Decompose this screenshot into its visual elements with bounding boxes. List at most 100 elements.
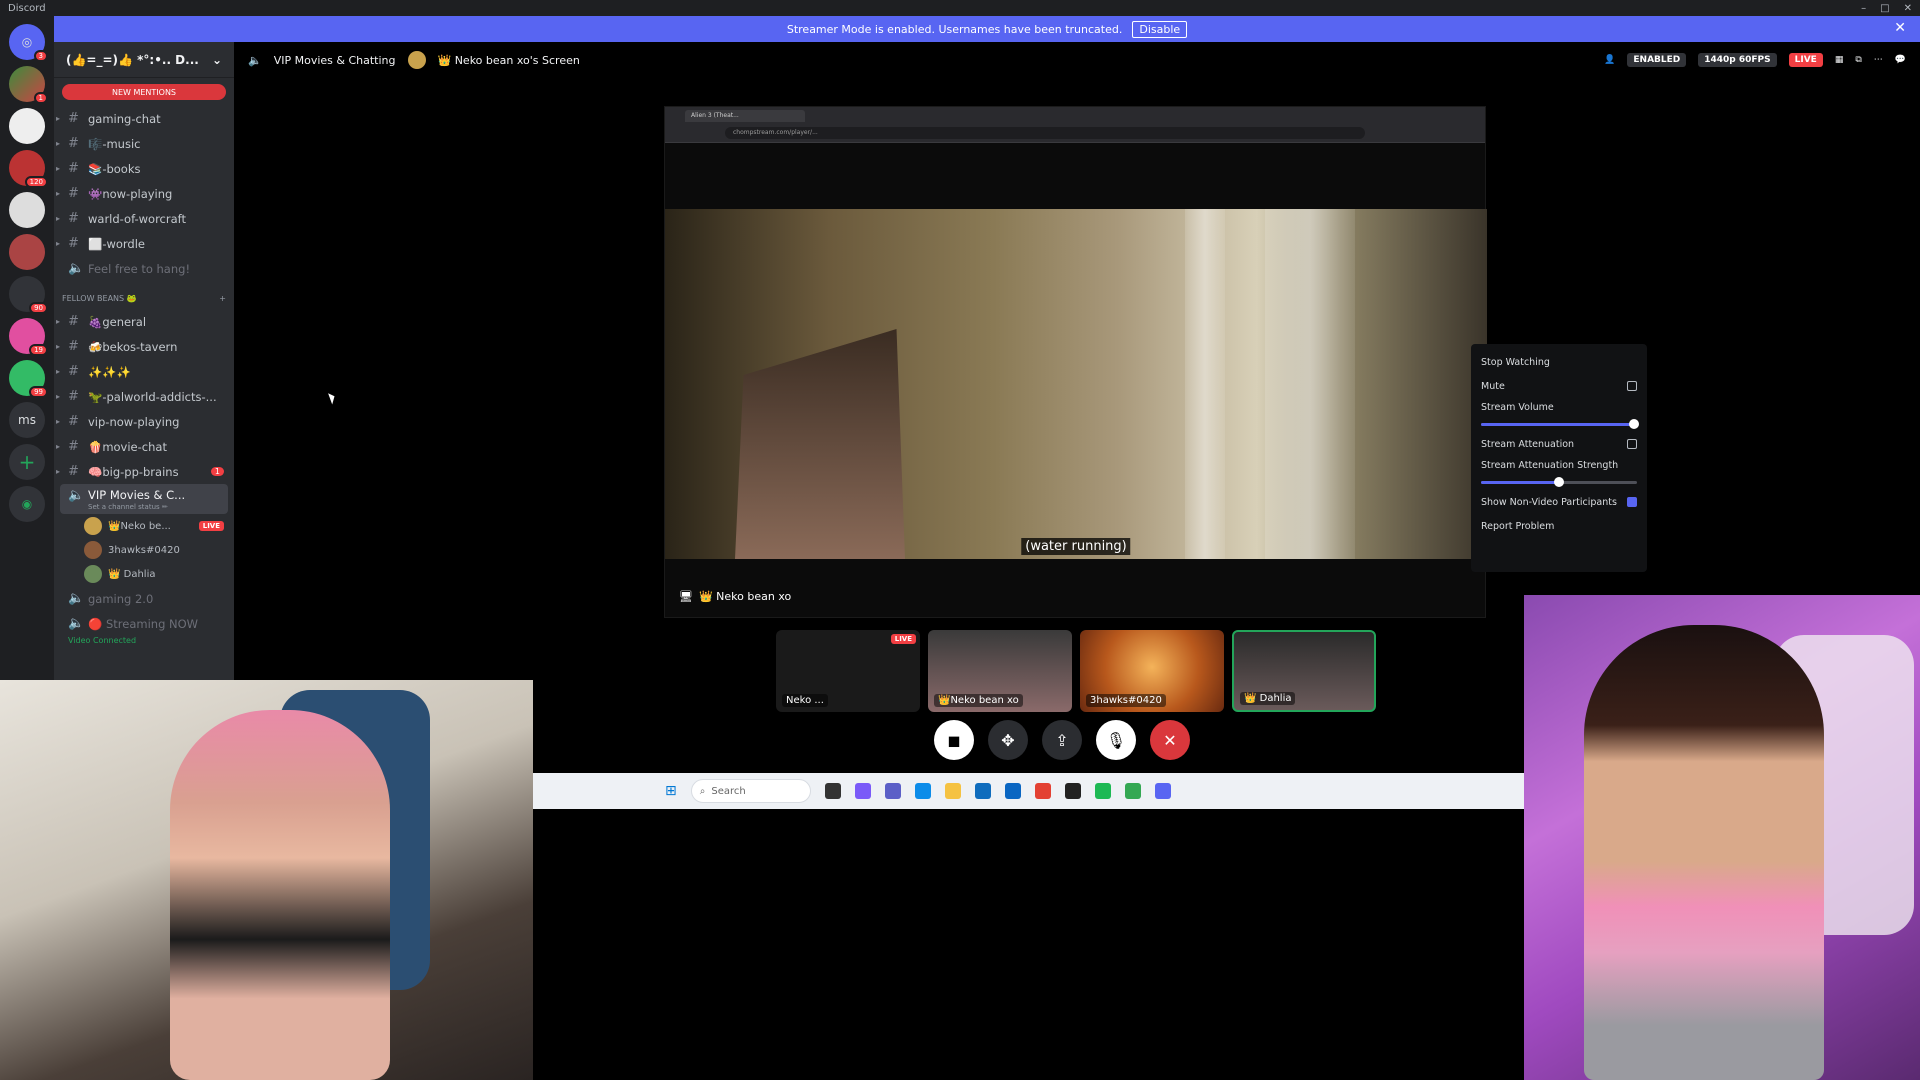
windows-start-icon[interactable]: ⊞ <box>665 783 677 799</box>
chat-icon[interactable]: 💬 <box>1895 55 1906 65</box>
windows-taskbar: ⊞ ⌕ Search <box>533 773 1524 809</box>
report-problem-item[interactable]: Report Problem <box>1481 514 1637 538</box>
show-non-video-item[interactable]: Show Non-Video Participants <box>1481 490 1637 514</box>
chevron-right-icon: ▸ <box>56 342 61 351</box>
streamer-person <box>1584 625 1824 1080</box>
voice-channel-vip-movies[interactable]: 🔈 VIP Movies & C... Set a channel status … <box>60 484 228 514</box>
taskbar-search[interactable]: ⌕ Search <box>690 779 811 803</box>
attenuation-strength-slider[interactable] <box>1481 474 1637 490</box>
server-badge: 19 <box>29 344 48 356</box>
channel-bekos-tavern[interactable]: ▸ # 🍻bekos-tavern <box>54 334 234 359</box>
chevron-down-icon[interactable]: ⌄ <box>212 53 222 67</box>
mail-icon[interactable] <box>1004 783 1021 799</box>
voice-user[interactable]: 3hawks#0420 <box>54 538 234 562</box>
stream-volume-label: Stream Volume <box>1481 401 1554 413</box>
hashtag-icon: # <box>68 439 79 454</box>
voice-user[interactable]: 👑Neko be... LIVE <box>54 514 234 538</box>
channel-status[interactable]: Set a channel status ✏ <box>68 503 168 511</box>
add-channel-icon[interactable]: + <box>219 294 226 303</box>
new-mentions-pill[interactable]: NEW MENTIONS <box>62 84 226 100</box>
stop-watching-item[interactable]: Stop Watching <box>1481 350 1637 374</box>
file-explorer-icon[interactable] <box>944 783 961 799</box>
home-discord-icon[interactable]: ◎ 3 <box>9 24 48 62</box>
mute-checkbox[interactable] <box>1627 381 1637 391</box>
stream-view[interactable]: Alien 3 (Theat... chompstream.com/player… <box>664 106 1487 618</box>
server-icon[interactable] <box>9 192 45 228</box>
non-video-checkbox[interactable] <box>1627 497 1637 507</box>
channel-palworld-addicts[interactable]: ▸ # 🦖-palworld-addicts-... <box>54 384 234 409</box>
stream-attenuation-item[interactable]: Stream Attenuation <box>1481 432 1637 456</box>
store-icon[interactable] <box>974 783 991 799</box>
tile-name: Neko ... <box>782 694 828 707</box>
participant-tile[interactable]: 👑Neko bean xo <box>928 630 1072 712</box>
edge-icon[interactable] <box>914 783 931 799</box>
participant-tile[interactable]: 👑 Dahlia <box>1232 630 1376 712</box>
add-server-icon[interactable]: + <box>9 444 45 480</box>
server-icon[interactable] <box>9 234 45 270</box>
channel-books[interactable]: ▸ # 📚-books <box>54 156 234 181</box>
minimize-icon[interactable]: – <box>1861 3 1866 14</box>
close-window-icon[interactable]: ✕ <box>1904 3 1912 14</box>
channel-movie-chat[interactable]: ▸ # 🍿movie-chat <box>54 434 234 459</box>
maximize-icon[interactable]: □ <box>1880 3 1889 14</box>
webcam-overlay-right <box>1524 595 1920 1080</box>
channel-vip-now-playing[interactable]: ▸ # vip-now-playing <box>54 409 234 434</box>
close-banner-icon[interactable]: ✕ <box>1894 20 1906 36</box>
channel-general[interactable]: ▸ # 🍇general <box>54 309 234 334</box>
voice-channel-hang[interactable]: 🔈 Feel free to hang! <box>54 256 234 281</box>
server-icon[interactable]: 99 <box>9 360 48 398</box>
participant-tile[interactable]: LIVE Neko ... <box>776 630 920 712</box>
grid-layout-icon[interactable]: ▦ <box>1835 55 1844 65</box>
invite-icon[interactable]: 👤 <box>1604 55 1615 65</box>
voice-channel-streaming[interactable]: 🔈 🔴 Streaming NOW <box>54 611 234 636</box>
slider-knob[interactable] <box>1628 419 1639 429</box>
server-icon[interactable] <box>9 108 45 144</box>
voice-user[interactable]: 👑 Dahlia <box>54 562 234 586</box>
enabled-badge: ENABLED <box>1627 53 1687 67</box>
server-icon[interactable]: 1 <box>9 66 48 104</box>
app-icon[interactable] <box>1124 783 1141 799</box>
disconnect-button[interactable]: ✕ <box>1150 720 1190 760</box>
disable-streamer-mode-button[interactable]: Disable <box>1132 20 1188 38</box>
obs-icon[interactable] <box>1064 783 1081 799</box>
popout-icon[interactable]: ⧉ <box>1855 55 1861 65</box>
explore-servers-icon[interactable]: ◉ <box>9 486 45 522</box>
channel-gaming-chat[interactable]: ▸ # gaming-chat <box>54 106 234 131</box>
server-icon[interactable]: 120 <box>9 150 48 188</box>
chrome-icon[interactable] <box>1034 783 1051 799</box>
task-view-icon[interactable] <box>824 783 841 799</box>
category-fellow-beans[interactable]: FELLOW BEANS 🐸 + <box>54 287 234 309</box>
voice-channel-gaming[interactable]: 🔈 gaming 2.0 <box>54 586 234 611</box>
mute-item[interactable]: Mute <box>1481 374 1637 398</box>
share-screen-button[interactable]: ⇪ <box>1042 720 1082 760</box>
channel-now-playing[interactable]: ▸ # 👾now-playing <box>54 181 234 206</box>
hashtag-icon: # <box>68 111 79 126</box>
discord-icon[interactable] <box>1154 783 1171 799</box>
chevron-right-icon: ▸ <box>56 317 61 326</box>
server-header[interactable]: (👍=_=)👍 *°:•.. D... ⌄ <box>54 42 234 78</box>
microphone-button[interactable]: 🎙 <box>1096 720 1136 760</box>
slider-knob[interactable] <box>1554 477 1564 487</box>
channel-big-pp-brains[interactable]: ▸ # 🧠big-pp-brains 1 <box>54 459 234 484</box>
chevron-right-icon: ▸ <box>56 139 61 148</box>
channel-label: 🍻bekos-tavern <box>88 339 178 354</box>
channel-warld-of-worcraft[interactable]: ▸ # warld-of-worcraft <box>54 206 234 231</box>
attenuation-checkbox[interactable] <box>1627 439 1637 449</box>
teams-icon[interactable] <box>884 783 901 799</box>
stream-volume-slider[interactable] <box>1481 416 1639 432</box>
server-icon[interactable]: 90 <box>9 276 48 314</box>
channel-label: ✨✨✨ <box>88 364 131 379</box>
channel-wordle[interactable]: ▸ # ⬜-wordle <box>54 231 234 256</box>
activities-button[interactable]: ✥ <box>988 720 1028 760</box>
camera-button[interactable]: ◼ <box>934 720 974 760</box>
channel-sparkles[interactable]: ▸ # ✨✨✨ <box>54 359 234 384</box>
server-icon[interactable]: 19 <box>9 318 48 356</box>
spotify-icon[interactable] <box>1094 783 1111 799</box>
channel-label: gaming 2.0 <box>88 591 154 606</box>
server-icon-ms[interactable]: ms <box>9 402 45 438</box>
server-badge: 120 <box>24 176 48 188</box>
copilot-icon[interactable] <box>854 783 871 799</box>
channel-music[interactable]: ▸ # 🎼-music <box>54 131 234 156</box>
participant-tile[interactable]: 3hawks#0420 <box>1080 630 1224 712</box>
more-icon[interactable]: ⋯ <box>1874 55 1883 65</box>
